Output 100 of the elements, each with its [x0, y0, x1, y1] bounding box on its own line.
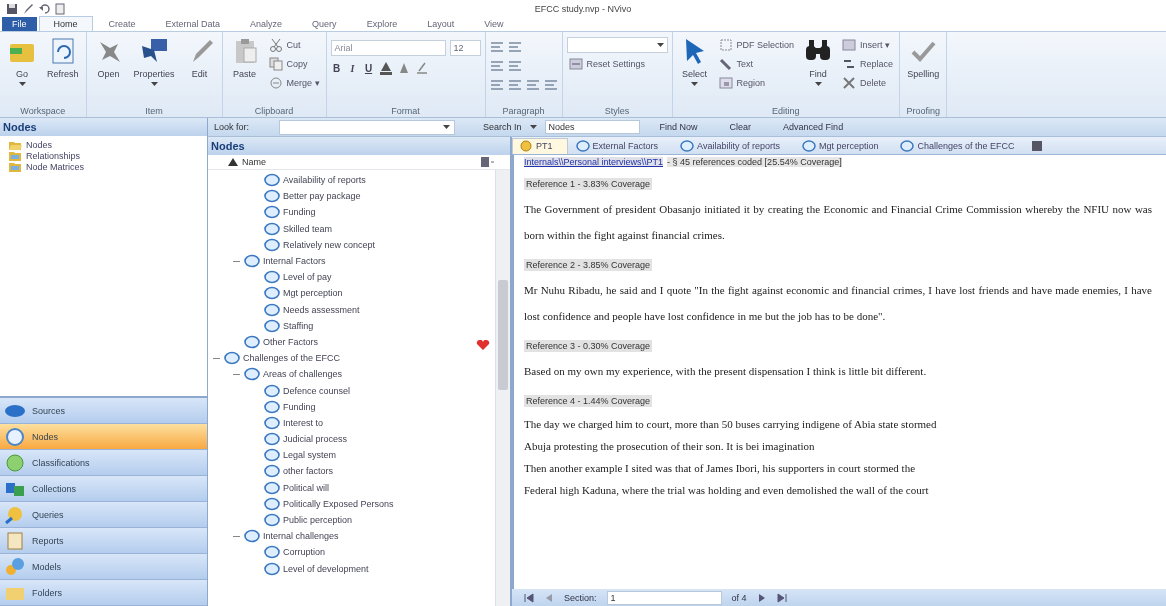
ribbon-button[interactable]: Copy [266, 56, 322, 72]
align-icon[interactable] [525, 78, 540, 92]
ribbon-button[interactable]: PDF Selection [716, 37, 797, 53]
tree-item[interactable]: Level of pay [283, 272, 332, 283]
ribbon-tab[interactable]: Analyze [236, 17, 297, 31]
ribbon-button[interactable]: Region [716, 75, 797, 91]
scrollbar[interactable] [495, 170, 510, 606]
ribbon-button[interactable]: Delete [840, 75, 896, 91]
ribbon-button[interactable]: Paste [226, 34, 263, 81]
search-in-field[interactable]: Nodes [544, 120, 640, 134]
advanced-find-button[interactable]: Advanced Find [771, 122, 856, 132]
tree-item[interactable]: Interest to [283, 417, 324, 428]
tree-item[interactable]: Level of development [283, 563, 369, 574]
align-icon[interactable] [543, 78, 558, 92]
align-icon[interactable] [489, 78, 504, 92]
ribbon-button[interactable]: Insert ▾ [840, 37, 896, 53]
document-tab[interactable]: PT1 [512, 137, 568, 154]
tree-item[interactable]: Challenges of the EFCC [243, 353, 341, 364]
ribbon-tab[interactable]: Layout [413, 17, 469, 31]
tree-item[interactable]: Internal Factors [263, 256, 326, 267]
document-tab[interactable]: Availability of reports [674, 138, 794, 153]
navigation-button[interactable]: Folders [0, 580, 207, 606]
tree-item[interactable]: Public perception [283, 515, 353, 526]
ribbon-button[interactable]: Go [4, 34, 40, 88]
ribbon-button[interactable]: Spelling [904, 34, 943, 81]
clear-format-icon[interactable] [414, 61, 429, 75]
previous-page-icon[interactable] [544, 592, 554, 603]
navigation-button[interactable]: Collections [0, 476, 207, 502]
first-page-icon[interactable] [524, 592, 534, 603]
document-tab[interactable]: Mgt perception [795, 138, 893, 153]
folder-item[interactable]: Relationships [8, 150, 199, 161]
tree-item[interactable]: Availability of reports [283, 175, 366, 186]
list-icon[interactable] [489, 40, 504, 54]
ribbon-button[interactable]: Merge ▾ [266, 75, 322, 91]
tree-item[interactable]: Corruption [283, 547, 326, 558]
folder-item[interactable]: Node Matrices [8, 161, 199, 172]
font-color-icon[interactable] [378, 61, 393, 75]
ribbon-tab[interactable]: View [470, 17, 518, 31]
tree-item[interactable]: Better pay package [283, 191, 361, 202]
navigation-button[interactable]: Classifications [0, 450, 207, 476]
find-now-button[interactable]: Find Now [647, 122, 710, 132]
ribbon-tab[interactable]: External Data [151, 17, 235, 31]
ribbon-button[interactable]: Replace [840, 56, 896, 72]
navigation-button[interactable]: Sources [0, 398, 207, 424]
clear-button[interactable]: Clear [717, 122, 764, 132]
tree-item[interactable]: Defence counsel [283, 385, 351, 396]
tree-item[interactable]: Funding [283, 207, 316, 218]
font-size-dropdown[interactable]: 12 [449, 40, 481, 56]
tree-item[interactable]: Mgt perception [283, 288, 343, 299]
scroll-thumb[interactable] [498, 280, 508, 390]
ribbon-button[interactable]: Text [716, 56, 797, 72]
navigation-button[interactable]: Queries [0, 502, 207, 528]
ribbon-tab[interactable]: Home [38, 16, 93, 31]
tree-item[interactable]: Political will [283, 482, 329, 493]
navigation-button[interactable]: Nodes [0, 424, 207, 450]
document-tab[interactable]: External Factors [569, 138, 673, 153]
ribbon-button[interactable]: Refresh [44, 34, 82, 81]
ribbon-button[interactable]: Cut [266, 37, 322, 53]
column-chooser-icon[interactable] [480, 156, 494, 168]
format-button[interactable]: I [346, 62, 359, 74]
tree-item[interactable]: Needs assessment [283, 304, 360, 315]
next-page-icon[interactable] [756, 592, 767, 603]
tree-item[interactable]: Staffing [283, 320, 314, 331]
tree-item[interactable]: Internal challenges [263, 531, 339, 542]
tab-list-icon[interactable] [1030, 139, 1043, 152]
tree-item[interactable]: Relatively new concept [283, 239, 376, 250]
navigation-button[interactable]: Models [0, 554, 207, 580]
ribbon-tab[interactable]: Explore [352, 17, 412, 31]
document-tab[interactable]: Challenges of the EFCC [894, 138, 1029, 153]
tree-item[interactable]: Other Factors [263, 336, 318, 347]
tree-item[interactable]: Legal system [283, 450, 337, 461]
ribbon-button[interactable]: Open [90, 34, 127, 81]
tree-item[interactable]: Funding [283, 401, 316, 412]
indent-icon[interactable] [489, 59, 504, 73]
pen-icon[interactable] [22, 2, 34, 15]
ribbon-button[interactable]: Properties [130, 34, 178, 88]
ribbon-button[interactable]: Select [676, 34, 713, 88]
save-icon[interactable] [6, 2, 18, 15]
format-button[interactable]: U [362, 62, 375, 74]
font-dropdown[interactable]: Arial [330, 40, 446, 56]
ribbon-button[interactable]: Find [800, 34, 837, 88]
page-field[interactable]: 1 [606, 590, 722, 605]
undo-icon[interactable] [38, 2, 50, 15]
navigation-button[interactable]: Reports [0, 528, 207, 554]
tree-item[interactable]: Judicial process [283, 434, 348, 445]
align-icon[interactable] [507, 78, 522, 92]
tree-item[interactable]: Areas of challenges [263, 369, 343, 380]
source-link[interactable]: Internals\\Personal interviews\\PT1 [524, 157, 664, 167]
format-button[interactable]: B [330, 62, 343, 74]
indent-icon[interactable] [507, 59, 522, 73]
search-field[interactable] [279, 119, 456, 135]
tree-item[interactable]: other factors [283, 466, 334, 477]
tree-item[interactable]: Politically Exposed Persons [283, 498, 394, 509]
ribbon-button[interactable]: Edit [181, 34, 218, 81]
file-tab[interactable]: File [2, 17, 37, 31]
list-icon[interactable] [507, 40, 522, 54]
column-header[interactable]: Name [242, 157, 476, 167]
ribbon-tab[interactable]: Create [94, 17, 150, 31]
folder-item[interactable]: Nodes [8, 139, 199, 150]
last-page-icon[interactable] [776, 592, 787, 603]
